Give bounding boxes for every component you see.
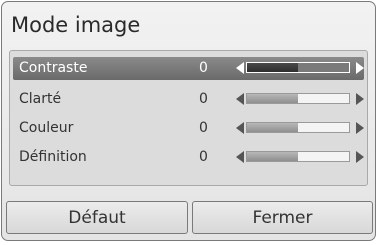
setting-label: Définition: [19, 149, 87, 165]
left-arrow-icon[interactable]: [236, 151, 244, 163]
setting-label: Couleur: [19, 120, 74, 136]
right-arrow-icon[interactable]: [356, 62, 364, 74]
picture-mode-dialog: Mode image Contraste 0 Clarté 0 Couleur …: [1, 1, 376, 241]
dialog-title: Mode image: [11, 13, 141, 37]
slider-fill: [247, 94, 298, 103]
setting-value: 0: [199, 120, 208, 136]
slider-fill: [247, 63, 298, 72]
right-arrow-icon[interactable]: [356, 151, 364, 163]
right-arrow-icon[interactable]: [356, 122, 364, 134]
default-button[interactable]: Défaut: [6, 201, 188, 234]
setting-value: 0: [199, 91, 208, 107]
brightness-slider[interactable]: [246, 93, 350, 104]
setting-row-sharpness[interactable]: Définition 0: [13, 146, 364, 169]
setting-row-contrast[interactable]: Contraste 0: [13, 57, 364, 80]
slider-fill: [247, 123, 298, 132]
close-button[interactable]: Fermer: [192, 201, 373, 234]
left-arrow-icon[interactable]: [236, 122, 244, 134]
left-arrow-icon[interactable]: [236, 62, 244, 74]
setting-value: 0: [199, 60, 208, 76]
right-arrow-icon[interactable]: [356, 93, 364, 105]
setting-value: 0: [199, 149, 208, 165]
left-arrow-icon[interactable]: [236, 93, 244, 105]
sharpness-slider[interactable]: [246, 151, 350, 162]
slider-fill: [247, 152, 298, 161]
setting-row-color[interactable]: Couleur 0: [13, 117, 364, 140]
setting-label: Clarté: [19, 91, 62, 107]
color-slider[interactable]: [246, 122, 350, 133]
settings-list: Contraste 0 Clarté 0 Couleur 0 Définitio…: [9, 50, 368, 186]
contrast-slider[interactable]: [246, 62, 350, 73]
setting-row-brightness[interactable]: Clarté 0: [13, 88, 364, 111]
setting-label: Contraste: [19, 60, 88, 76]
